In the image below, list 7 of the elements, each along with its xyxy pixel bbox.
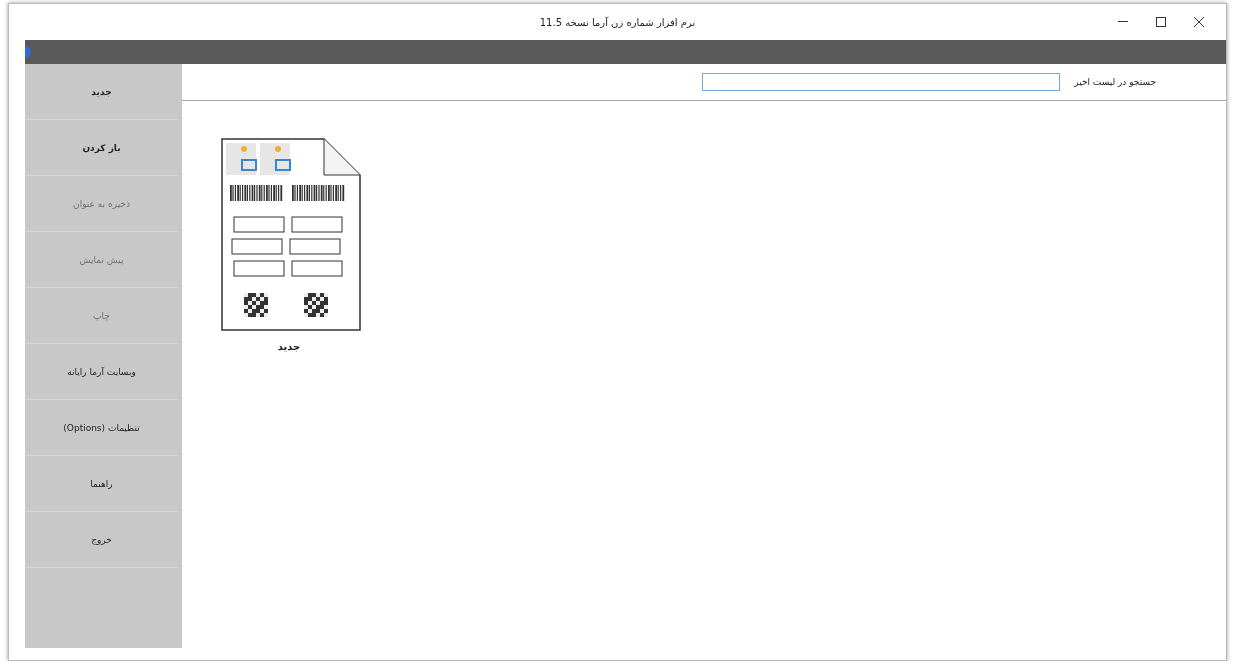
search-label: جستجو در لیست اخیر [1074,77,1156,87]
close-icon [1194,17,1204,27]
search-field[interactable] [702,73,1061,91]
minimize-icon [1118,21,1128,23]
template-name: جدید [277,341,301,352]
window-title: نرم افزار شماره زن آرما نسخه 11.5 [539,16,696,28]
maximize-icon [1156,17,1166,27]
